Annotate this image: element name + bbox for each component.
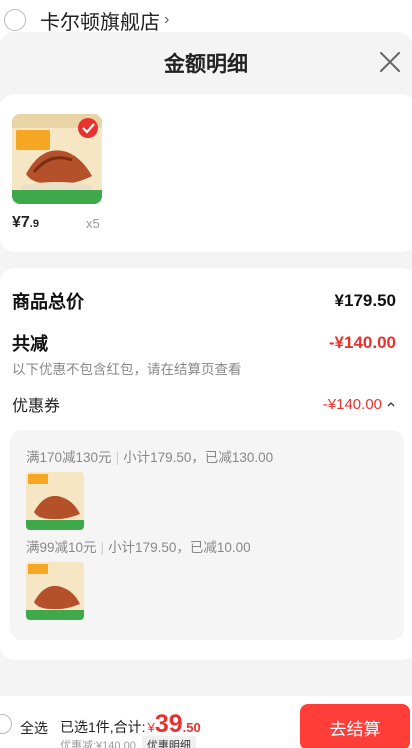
select-all-label[interactable]: 全选 — [20, 718, 48, 738]
total-price: 39 — [154, 710, 183, 738]
product-card: ¥7.9 x5 — [0, 94, 412, 252]
store-name[interactable]: 卡尔顿旗舰店 — [40, 6, 160, 35]
coupon-detail-box: 满170减130元 | 小计179.50，已减130.00 满99减10元 | 小计17… — [10, 430, 404, 640]
chevron-right-icon: › — [164, 11, 170, 28]
checkout-bar: 全选 已选1件,合计: ¥ 39 .50 优惠减:¥140.00 优惠明细 去结… — [0, 696, 412, 748]
store-select-radio[interactable] — [4, 9, 26, 31]
checkout-button[interactable]: 去结算 — [300, 704, 410, 748]
coupon-line: 满170减130元 | 小计179.50，已减130.00 — [26, 450, 274, 465]
select-all-radio[interactable] — [0, 714, 12, 734]
sheet-header: 金额明细 — [0, 32, 412, 94]
coupon-label: 优惠券 — [12, 398, 61, 415]
coupon-value[interactable]: -¥140.00 — [323, 396, 396, 413]
reduce-label: 共减 — [12, 334, 48, 354]
total-summary: 已选1件,合计: ¥ 39 .50 — [60, 710, 201, 738]
discount-summary: 优惠减:¥140.00 优惠明细 — [60, 736, 196, 748]
discount-note: 以下优惠不包含红包，请在结算页查看 — [12, 362, 242, 377]
coupon-product-thumbnail[interactable] — [26, 472, 84, 530]
sheet-title: 金额明细 — [164, 53, 248, 76]
chevron-up-icon[interactable] — [386, 399, 396, 409]
product-thumbnail[interactable] — [12, 114, 102, 204]
discount-detail-button[interactable]: 优惠明细 — [141, 736, 196, 748]
reduce-row: 共减 -¥140.00 — [12, 330, 396, 356]
quantity: x5 — [86, 216, 100, 231]
close-icon[interactable] — [376, 48, 404, 76]
coupon-product-thumbnail[interactable] — [26, 562, 84, 620]
total-label: 商品总价 — [12, 292, 84, 312]
summary-card: 商品总价 ¥179.50 共减 -¥140.00 以下优惠不包含红包，请在结算页… — [0, 268, 412, 660]
total-value: ¥179.50 — [334, 291, 396, 310]
unit-price: ¥7.9 — [12, 214, 39, 231]
total-row: 商品总价 ¥179.50 — [12, 288, 396, 314]
reduce-value: -¥140.00 — [328, 333, 396, 352]
coupon-row[interactable]: 优惠券 -¥140.00 — [12, 392, 396, 416]
amount-detail-sheet: 金额明细 ¥7.9 x5 商品总价 ¥179.50 共减 -¥140.00 以下… — [0, 32, 412, 748]
coupon-line: 满99减10元 | 小计179.50，已减10.00 — [26, 540, 251, 555]
